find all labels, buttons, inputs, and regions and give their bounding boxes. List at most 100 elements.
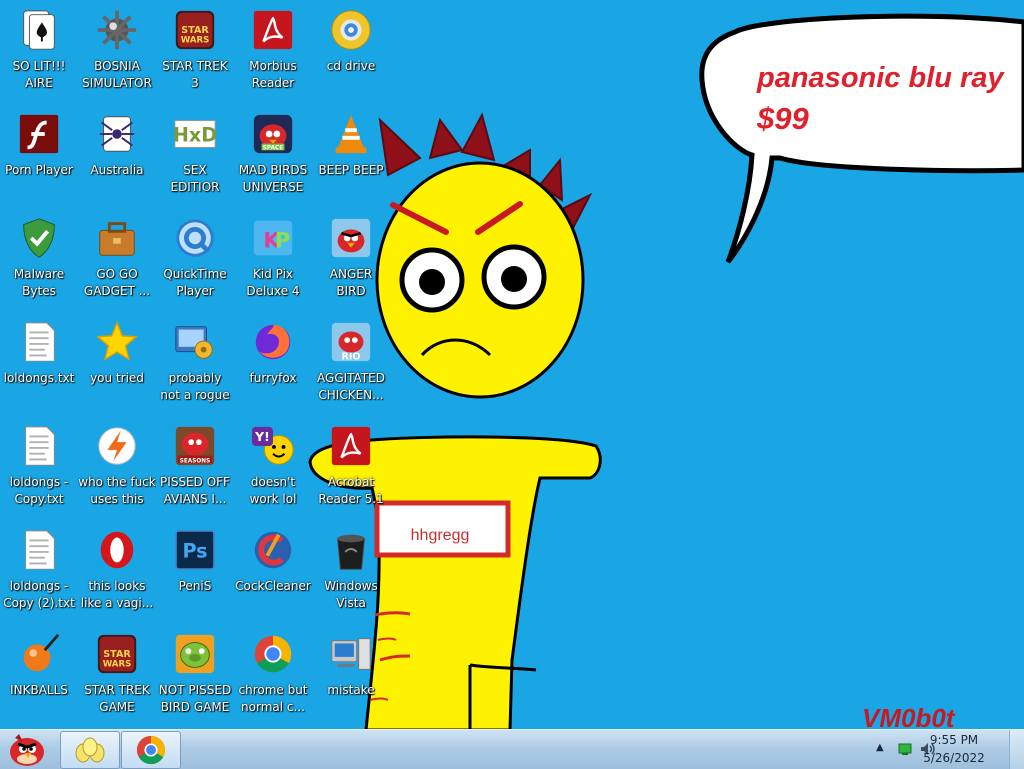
desktop-icon[interactable]: GO GO GADGET ...	[78, 208, 156, 312]
desktop-icon-label: NOT PISSED BIRD GAME	[158, 683, 232, 714]
desktop-icon[interactable]: STAR WARS STAR TREK GAME	[78, 624, 156, 728]
taskbar: ▲ 9:55 PM 5/26/2022	[0, 729, 1024, 769]
svg-text:HxD: HxD	[173, 124, 217, 147]
opera-icon	[93, 526, 141, 574]
angry-birds-rio-icon: RIO	[327, 318, 375, 366]
clock-date[interactable]: 5/26/2022	[914, 751, 994, 765]
svg-text:P: P	[275, 228, 290, 253]
angry-birds-seasons-icon: SEASONS	[171, 422, 219, 470]
toolbox-icon	[93, 214, 141, 262]
desktop-icon[interactable]: chrome but normal c...	[234, 624, 312, 728]
bubble-text-line2: $99	[756, 101, 809, 136]
desktop-icon-label: mistake	[327, 683, 375, 697]
clock-time[interactable]: 9:55 PM	[914, 733, 994, 747]
birds-eggs-icon	[75, 737, 105, 763]
desktop-icon-label: Windows Vista	[324, 579, 378, 610]
desktop-icon[interactable]: SPACE MAD BIRDS UNIVERSE	[234, 104, 312, 208]
kid-pix-icon: KP	[249, 214, 297, 262]
desktop-icon[interactable]: Morbius Reader	[234, 0, 312, 104]
desktop-icon[interactable]: ANGER BIRD	[312, 208, 390, 312]
desktop-icon[interactable]: RIO AGGITATED CHICKEN...	[312, 312, 390, 416]
taskbar-birds-eggs-button[interactable]	[60, 731, 120, 769]
desktop-icon[interactable]: STAR WARS STAR TREK 3	[156, 0, 234, 104]
start-button[interactable]	[2, 731, 50, 769]
desktop-icon-label: this looks like a vagi...	[80, 579, 154, 610]
desktop-icon-label: STAR TREK 3	[162, 59, 228, 90]
avast-icon	[93, 422, 141, 470]
desktop-icon-label: PeniS	[178, 579, 212, 593]
svg-text:Y!: Y!	[254, 429, 270, 444]
bubble-text-line1: panasonic blu ray	[756, 62, 1005, 94]
hhgregg-sign: hhgregg	[374, 500, 511, 558]
desktop-icon-label: who the fuck uses this	[78, 475, 156, 506]
desktop-icon[interactable]: BOSNIA SIMULATOR	[78, 0, 156, 104]
desktop-icon[interactable]: cd drive	[312, 0, 390, 104]
desktop-icon[interactable]: Acrobat Reader 5.1	[312, 416, 390, 520]
desktop-icon[interactable]: mistake	[312, 624, 390, 728]
svg-text:Ps: Ps	[182, 540, 207, 563]
desktop-icon[interactable]: probably not a rogue	[156, 312, 234, 416]
desktop-icon[interactable]: SEASONS PISSED OFF AVIANS I...	[156, 416, 234, 520]
bad-piggies-icon	[171, 630, 219, 678]
desktop-icon-label: STAR TREK GAME	[84, 683, 150, 714]
desktop-icon[interactable]: HxD SEX EDITIOR	[156, 104, 234, 208]
text-file-icon	[15, 318, 63, 366]
cd-drive-icon	[327, 6, 375, 54]
desktop-icon[interactable]: NOT PISSED BIRD GAME	[156, 624, 234, 728]
star-icon	[93, 318, 141, 366]
hxd-editor-icon: HxD	[171, 110, 219, 158]
desktop-icon-label: doesn't work lol	[249, 475, 297, 506]
desktop-icon[interactable]: K P Kid Pix Deluxe 4	[234, 208, 312, 312]
desktop-icon[interactable]: you tried	[78, 312, 156, 416]
show-desktop-button[interactable]	[1009, 730, 1024, 769]
desktop-icon[interactable]: Porn Player	[0, 104, 78, 208]
watermark: VM0b0t	[862, 703, 956, 730]
desktop-icon[interactable]: SO LIT!!! AIRE	[0, 0, 78, 104]
desktop-icon-label: QuickTime Player	[163, 267, 227, 298]
desktop-icon[interactable]: who the fuck uses this	[78, 416, 156, 520]
sign-text: hhgregg	[411, 527, 470, 544]
desktop-icon[interactable]: CockCleaner	[234, 520, 312, 624]
desktop-icon-label: loldongs - Copy.txt	[9, 475, 69, 506]
desktop-icon[interactable]: QuickTime Player	[156, 208, 234, 312]
svg-text:SPACE: SPACE	[263, 145, 283, 151]
desktop-icon[interactable]: Windows Vista	[312, 520, 390, 624]
desktop-icon-label: loldongs.txt	[3, 371, 75, 385]
text-file-icon	[15, 422, 63, 470]
show-hidden-icons-chevron[interactable]: ▲	[876, 742, 884, 753]
desktop-icon-label: BEEP BEEP	[318, 163, 384, 177]
desktop-icon[interactable]: loldongs.txt	[0, 312, 78, 416]
desktop-icon[interactable]: loldongs - Copy.txt	[0, 416, 78, 520]
desktop-icon[interactable]: BEEP BEEP	[312, 104, 390, 208]
desktop-icon[interactable]: Australia	[78, 104, 156, 208]
desktop-icon[interactable]: Ps PeniS	[156, 520, 234, 624]
desktop-icon-label: SEX EDITIOR	[170, 163, 220, 194]
desktop-icon-label: MAD BIRDS UNIVERSE	[238, 163, 308, 194]
svg-text:SEASONS: SEASONS	[180, 458, 211, 464]
yahoo-messenger-icon: Y!	[249, 422, 297, 470]
desktop-icon[interactable]: furryfox	[234, 312, 312, 416]
desktop-icon[interactable]: Malware Bytes	[0, 208, 78, 312]
desktop-icon[interactable]: INKBALLS	[0, 624, 78, 728]
taskbar-chrome-button[interactable]	[121, 731, 181, 769]
svg-text:STAR: STAR	[181, 25, 209, 36]
desktop-icon-label: AGGITATED CHICKEN...	[317, 371, 385, 402]
network-icon[interactable]	[898, 742, 912, 756]
inkball-icon	[15, 630, 63, 678]
firefox-icon	[249, 318, 297, 366]
angry-bird-icon	[327, 214, 375, 262]
desktop-icon-label: Malware Bytes	[13, 267, 65, 298]
desktop-icon-label: Kid Pix Deluxe 4	[246, 267, 300, 298]
minesweeper-icon	[93, 6, 141, 54]
svg-text:RIO: RIO	[341, 351, 360, 362]
svg-text:WARS: WARS	[103, 659, 132, 669]
desktop-icon-label: probably not a rogue	[160, 371, 230, 402]
desktop-icon[interactable]: loldongs - Copy (2).txt	[0, 520, 78, 624]
desktop-icon-label: PISSED OFF AVIANS I...	[160, 475, 230, 506]
svg-text:WARS: WARS	[181, 35, 210, 45]
desktop-icon-label: SO LIT!!! AIRE	[12, 59, 66, 90]
desktop-icon[interactable]: Y! doesn't work lol	[234, 416, 312, 520]
desktop-icon[interactable]: this looks like a vagi...	[78, 520, 156, 624]
desktop-icon-label: Acrobat Reader 5.1	[318, 475, 384, 506]
photoshop-icon: Ps	[171, 526, 219, 574]
